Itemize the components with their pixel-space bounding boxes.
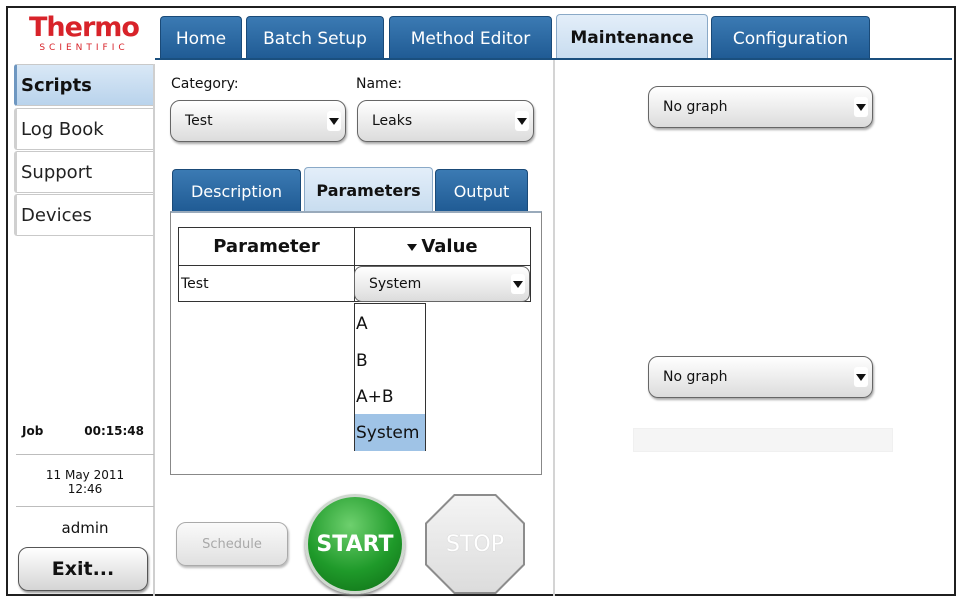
chevron-down-icon <box>511 274 525 294</box>
graph-select-bottom-value: No graph <box>663 369 728 385</box>
sort-down-icon <box>407 243 418 251</box>
chevron-down-icon <box>515 111 529 131</box>
option-a[interactable]: A <box>355 305 425 342</box>
sidebar-divider <box>153 64 155 596</box>
table-header-row: Parameter Value <box>178 227 531 266</box>
category-label: Category: <box>171 76 239 92</box>
option-a-plus-b[interactable]: A+B <box>355 378 425 415</box>
category-value: Test <box>185 113 213 129</box>
job-timer: Job 00:15:48 <box>22 424 144 438</box>
name-label: Name: <box>356 76 403 92</box>
tab-output[interactable]: Output <box>435 169 528 213</box>
value-select-text: System <box>369 276 422 292</box>
tab-batch-setup[interactable]: Batch Setup <box>246 16 384 60</box>
date-time: 11 May 2011 12:46 <box>16 468 154 496</box>
panel-divider <box>553 60 555 596</box>
job-time: 00:15:48 <box>84 424 144 438</box>
value-select[interactable]: System <box>354 266 530 302</box>
column-header-parameter[interactable]: Parameter <box>178 227 355 266</box>
time-text: 12:46 <box>67 482 103 496</box>
tab-configuration[interactable]: Configuration <box>711 16 870 60</box>
sidebar-item-log-book[interactable]: Log Book <box>14 108 154 150</box>
stop-label: STOP <box>427 496 523 592</box>
name-value: Leaks <box>372 113 413 129</box>
tab-parameters[interactable]: Parameters <box>304 167 433 213</box>
category-select[interactable]: Test <box>170 100 346 142</box>
option-system[interactable]: System <box>355 414 425 451</box>
name-select[interactable]: Leaks <box>357 100 534 142</box>
tab-method-editor[interactable]: Method Editor <box>389 16 552 60</box>
tab-maintenance[interactable]: Maintenance <box>556 14 708 60</box>
sidebar-item-scripts[interactable]: Scripts <box>14 64 154 106</box>
schedule-button[interactable]: Schedule <box>176 522 288 566</box>
start-button[interactable]: START <box>305 494 405 594</box>
graph-status-box <box>633 428 893 452</box>
column-header-value[interactable]: Value <box>354 227 531 266</box>
parameter-cell: Test <box>178 265 355 302</box>
date-text: 11 May 2011 <box>45 468 125 482</box>
graph-select-top-value: No graph <box>663 99 728 115</box>
exit-button[interactable]: Exit... <box>18 547 148 591</box>
chevron-down-icon <box>854 97 868 117</box>
sidebar-item-support[interactable]: Support <box>14 151 154 193</box>
graph-select-bottom[interactable]: No graph <box>648 356 873 398</box>
chevron-down-icon <box>854 367 868 387</box>
job-label: Job <box>22 424 44 438</box>
value-header-label: Value <box>421 236 478 257</box>
tab-description[interactable]: Description <box>172 169 301 213</box>
logo-main-text: Thermo <box>29 12 140 43</box>
logo-sub-text: SCIENTIFIC <box>39 43 129 53</box>
user-name: admin <box>61 519 109 537</box>
option-b[interactable]: B <box>355 342 425 379</box>
stop-button[interactable]: STOP <box>425 494 525 594</box>
tab-home[interactable]: Home <box>160 16 242 60</box>
thermo-logo: Thermo SCIENTIFIC <box>20 14 148 58</box>
graph-select-top[interactable]: No graph <box>648 86 873 128</box>
divider <box>16 506 154 507</box>
value-dropdown-list: A B A+B System <box>354 303 426 451</box>
sidebar-item-devices[interactable]: Devices <box>14 194 154 236</box>
divider <box>16 454 154 455</box>
chevron-down-icon <box>327 111 341 131</box>
